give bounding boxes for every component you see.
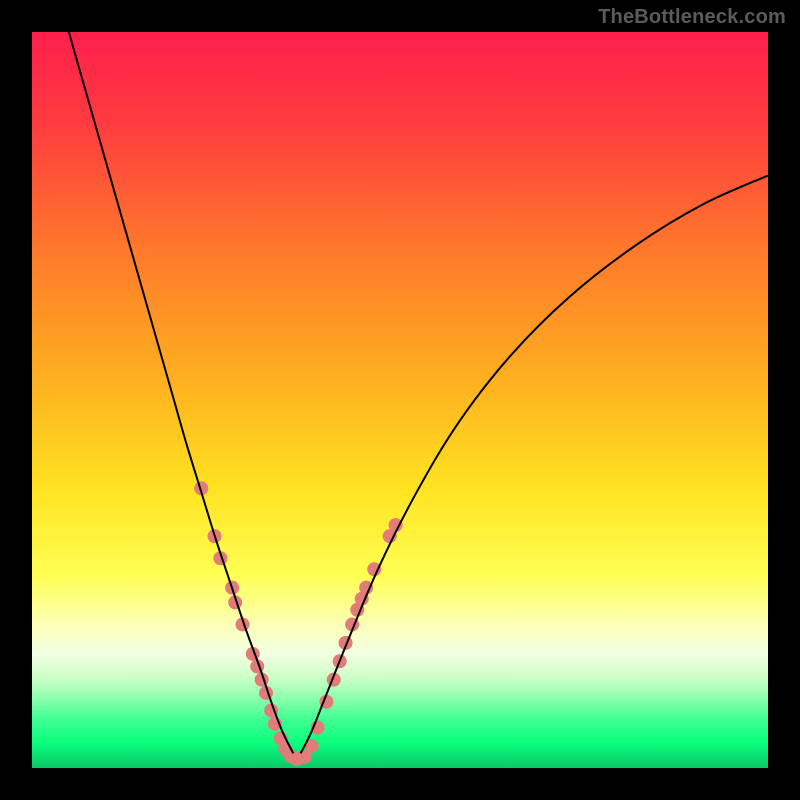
chart-curves [32, 32, 768, 768]
right-curve [301, 176, 768, 754]
watermark-text: TheBottleneck.com [598, 6, 786, 29]
plot-area [32, 32, 768, 768]
left-curve [69, 32, 293, 753]
scatter-points [194, 481, 402, 766]
chart-frame: TheBottleneck.com [0, 0, 800, 800]
scatter-dot [389, 518, 403, 532]
